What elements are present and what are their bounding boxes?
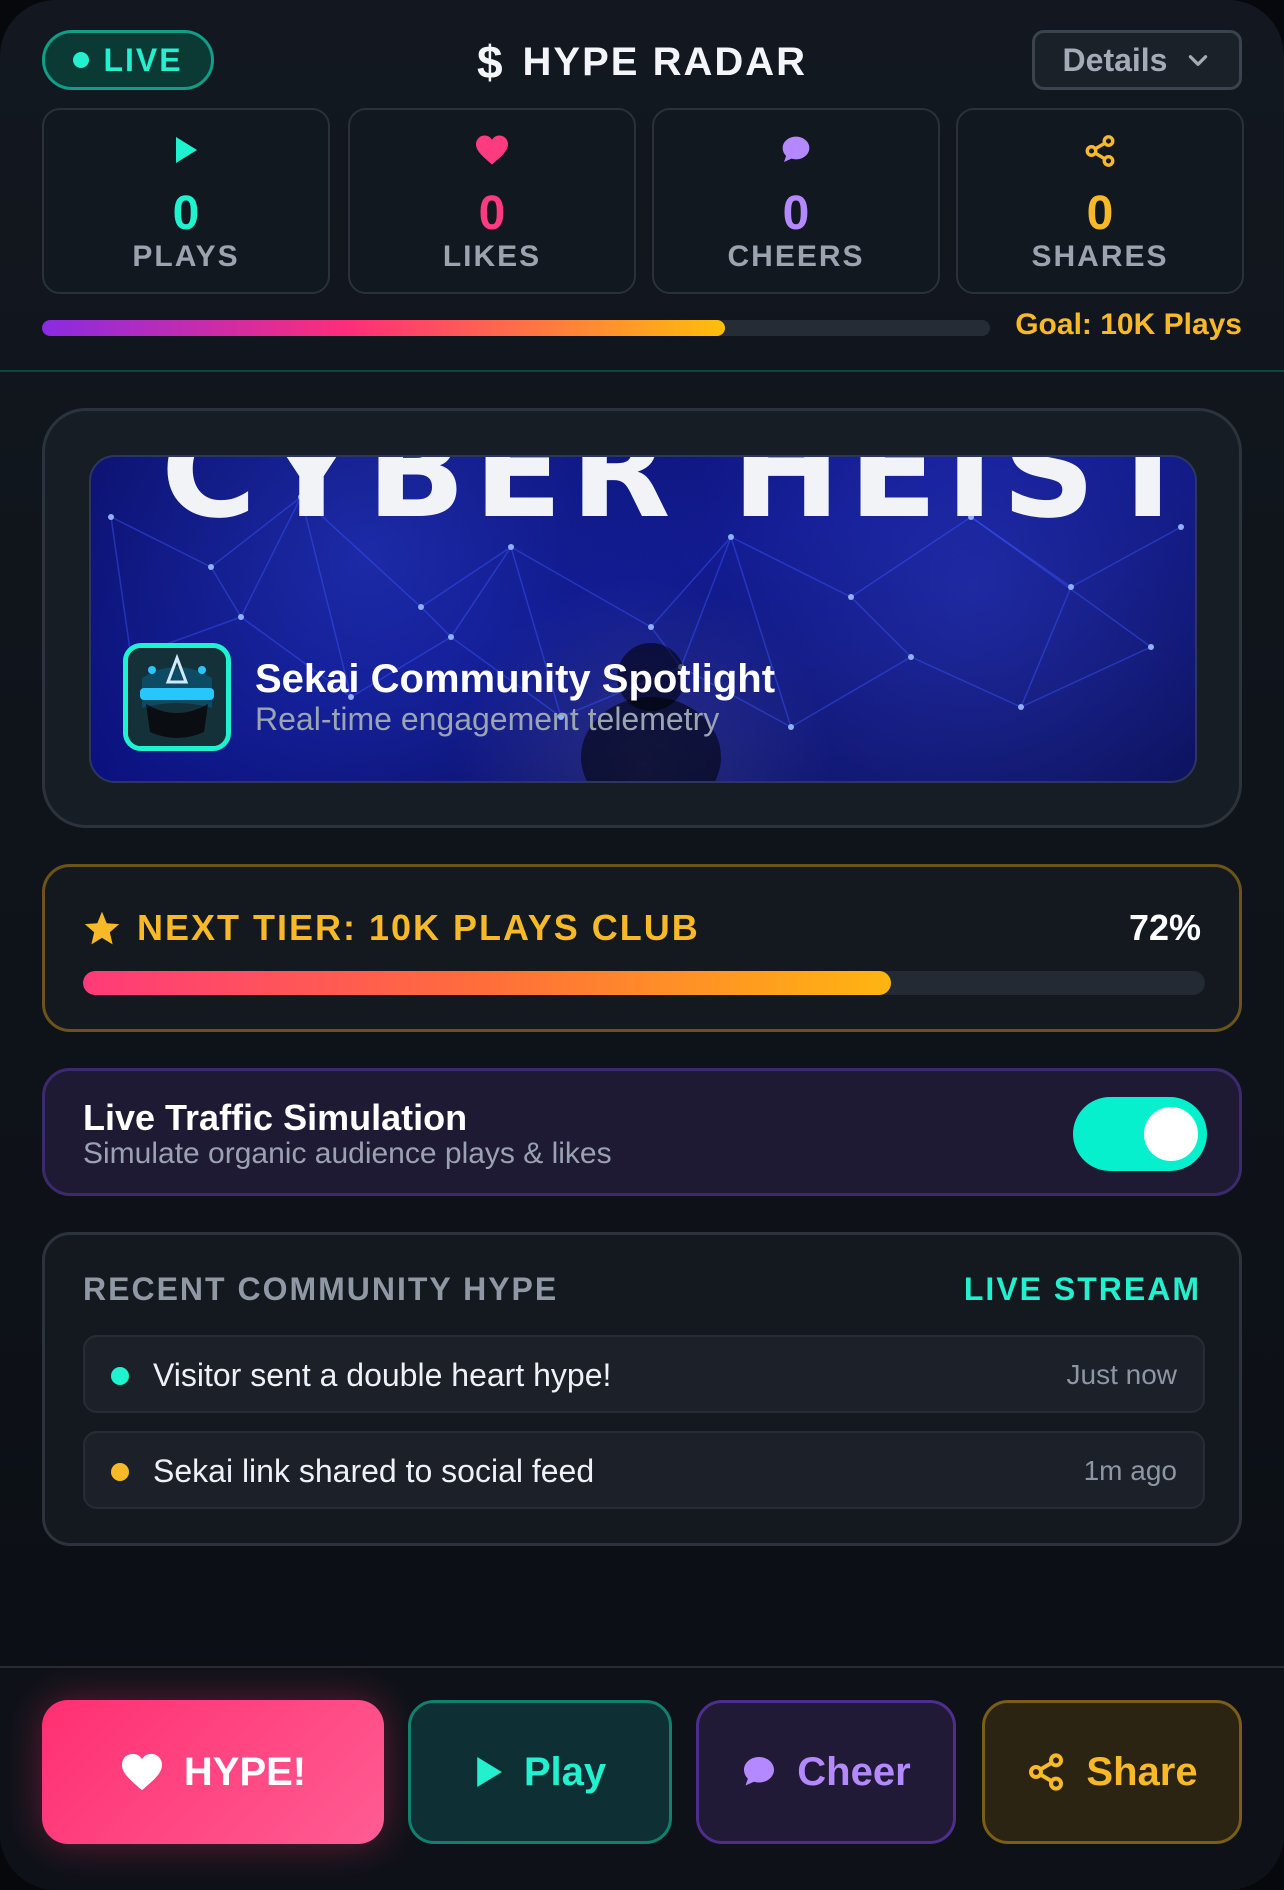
cheers-label: CHEERS [727, 240, 865, 273]
cyber-helmet-icon [128, 648, 226, 746]
tier-progress-bar [83, 971, 1205, 995]
chat-bubble-icon [744, 1757, 775, 1786]
next-tier-card: NEXT TIER: 10K PLAYS CLUB 72% [42, 864, 1242, 1032]
toggle-knob [1144, 1107, 1198, 1161]
spotlight-title: Sekai Community Spotlight [255, 657, 776, 701]
star-icon [84, 911, 120, 945]
feed-item-text: Visitor sent a double heart hype! [153, 1357, 612, 1393]
live-stream-label: LIVE STREAM [963, 1271, 1201, 1307]
chat-bubble-icon [782, 136, 810, 162]
status-dot-icon [111, 1463, 129, 1481]
play-icon [477, 1757, 502, 1787]
banner-title: CYBER HEIST [161, 455, 1197, 547]
heart-icon [121, 1753, 162, 1791]
list-item: Visitor sent a double heart hype! Just n… [83, 1335, 1205, 1413]
simulation-title: Live Traffic Simulation [83, 1097, 468, 1138]
cheers-count: 0 [782, 187, 810, 240]
spotlight-card: CYBER HEIST Sekai Community Spotlight Re… [42, 408, 1242, 828]
feed-title: RECENT COMMUNITY HYPE [83, 1271, 559, 1307]
play-icon [176, 137, 197, 163]
likes-label: LIKES [442, 240, 542, 273]
plays-count: 0 [172, 187, 200, 240]
spotlight-banner: CYBER HEIST Sekai Community Spotlight Re… [89, 455, 1197, 783]
heart-icon [476, 135, 508, 165]
share-icon [1029, 1753, 1064, 1791]
stat-cheers: 0 CHEERS [652, 108, 940, 294]
status-dot-icon [111, 1367, 129, 1385]
shares-count: 0 [1086, 187, 1114, 240]
header: LIVE $ HYPE RADAR Details 0 PLAYS 0 LIKE… [0, 0, 1284, 372]
stat-shares: 0 SHARES [956, 108, 1244, 294]
likes-count: 0 [478, 187, 506, 240]
cheer-button[interactable]: Cheer [696, 1700, 956, 1844]
simulation-subtitle: Simulate organic audience plays & likes [83, 1137, 612, 1170]
play-button[interactable]: Play [408, 1700, 672, 1844]
share-button[interactable]: Share [982, 1700, 1242, 1844]
hype-label: HYPE! [183, 1749, 307, 1794]
list-item: Sekai link shared to social feed 1m ago [83, 1431, 1205, 1509]
cheer-label: Cheer [797, 1749, 911, 1794]
traffic-simulation-card: Live Traffic Simulation Simulate organic… [42, 1068, 1242, 1196]
tier-progress-fill [83, 971, 891, 995]
action-bar: HYPE! Play Cheer Share [0, 1666, 1284, 1890]
feed-item-text: Sekai link shared to social feed [153, 1453, 595, 1489]
share-icon [1085, 135, 1115, 167]
goal-progress-fill [42, 320, 725, 336]
feed-item-time: Just now [1066, 1359, 1178, 1390]
details-label: Details [1062, 41, 1168, 78]
stats-row: 0 PLAYS 0 LIKES 0 CHEERS 0 SHARES [42, 108, 1244, 294]
details-button[interactable]: Details [1032, 30, 1242, 90]
avatar [123, 643, 231, 751]
hype-button[interactable]: HYPE! [42, 1700, 384, 1844]
shares-label: SHARES [1031, 240, 1169, 273]
spotlight-subtitle: Real-time engagement telemetry [255, 701, 720, 737]
play-label: Play [523, 1749, 607, 1794]
share-label: Share [1086, 1749, 1198, 1794]
app-window: LIVE $ HYPE RADAR Details 0 PLAYS 0 LIKE… [0, 0, 1284, 1890]
chevron-down-icon [1189, 55, 1208, 66]
stat-likes: 0 LIKES [348, 108, 636, 294]
simulation-toggle[interactable] [1073, 1097, 1207, 1171]
dollar-icon: $ [476, 36, 505, 88]
goal-progress-bar [42, 320, 990, 336]
community-feed: RECENT COMMUNITY HYPE LIVE STREAM Visito… [42, 1232, 1242, 1546]
page-title-text: HYPE RADAR [522, 39, 808, 84]
tier-label: NEXT TIER: 10K PLAYS CLUB [137, 907, 700, 948]
goal-label: Goal: 10K Plays [1015, 308, 1242, 341]
feed-item-time: 1m ago [1083, 1455, 1177, 1486]
stat-plays: 0 PLAYS [42, 108, 330, 294]
tier-percent: 72% [1128, 907, 1201, 948]
plays-label: PLAYS [132, 240, 240, 273]
